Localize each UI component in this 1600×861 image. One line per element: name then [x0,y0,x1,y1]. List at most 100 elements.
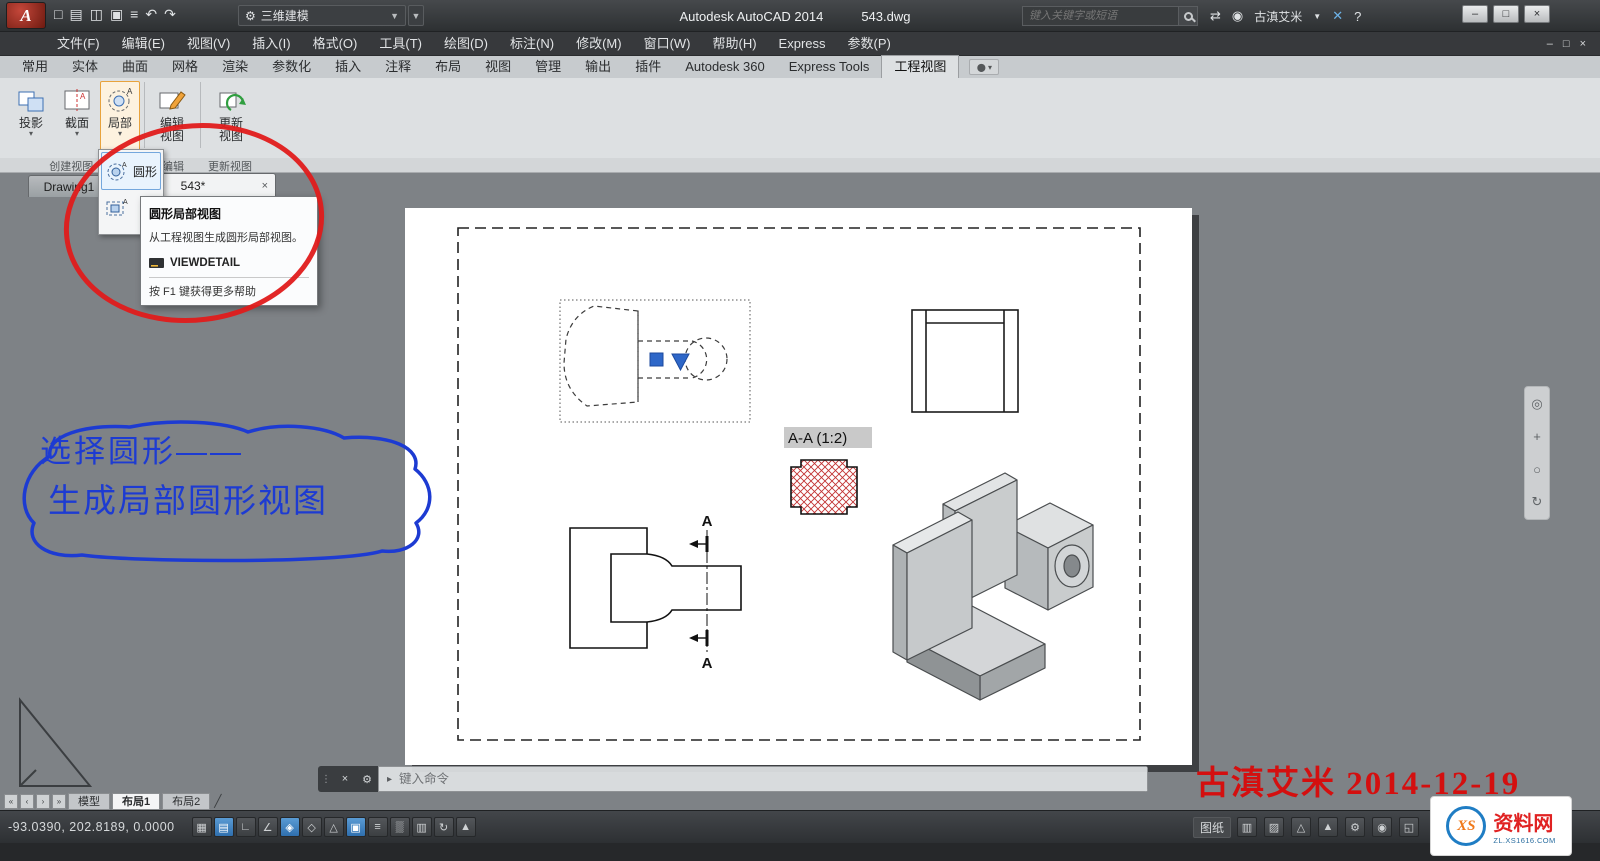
tab-parametric[interactable]: 参数化 [260,56,323,78]
search-input[interactable] [1022,6,1178,26]
save-as-icon[interactable]: ▣ [110,6,123,23]
clean-screen-icon[interactable]: ◱ [1399,817,1419,837]
tab-surface[interactable]: 曲面 [110,56,160,78]
user-menu-chevron-icon[interactable]: ▼ [1313,12,1321,21]
edit-view-button[interactable]: 编辑视图 [149,81,195,151]
toggle-dynamic-ucs[interactable]: △ [324,817,344,837]
tab-plugins[interactable]: 插件 [623,56,673,78]
tab-layout2[interactable]: 布局2 [162,793,210,810]
menu-modify[interactable]: 修改(M) [565,32,633,56]
menu-file[interactable]: 文件(F) [46,32,111,56]
exchange-icon[interactable]: ⇄ [1210,8,1221,24]
toggle-osnap-3d[interactable]: ◇ [302,817,322,837]
toggle-selection-cycling[interactable]: ↻ [434,817,454,837]
tab-home[interactable]: 常用 [10,56,60,78]
workspace-switch-icon[interactable]: ⚙ [1345,817,1365,837]
tab-insert[interactable]: 插入 [323,56,373,78]
toggle-polar[interactable]: ∠ [258,817,278,837]
exchange-apps-icon[interactable]: ✕ [1332,8,1343,24]
tab-mesh[interactable]: 网格 [160,56,210,78]
tab-autodesk360[interactable]: Autodesk 360 [673,56,777,78]
toggle-ortho[interactable]: ∟ [236,817,256,837]
section-view-button[interactable]: A 截面 ▾ [56,81,98,151]
tab-model[interactable]: 模型 [68,793,110,810]
first-layout-button[interactable]: « [4,794,18,809]
menu-help[interactable]: 帮助(H) [702,32,768,56]
menu-draw[interactable]: 绘图(D) [433,32,499,56]
projection-view-button[interactable]: 投影 ▾ [8,81,54,151]
toggle-transparency[interactable]: ▒ [390,817,410,837]
quick-view-drawings-icon[interactable]: ▨ [1264,817,1284,837]
menu-window[interactable]: 窗口(W) [633,32,702,56]
orbit-icon[interactable]: ↻ [1532,494,1543,510]
command-bar-close-button[interactable]: × [334,766,356,792]
command-bar-customize-icon[interactable]: ⚙ [356,766,378,792]
detail-view-button[interactable]: A 局部 ▾ [100,81,140,151]
next-layout-button[interactable]: › [36,794,50,809]
tab-manage[interactable]: 管理 [523,56,573,78]
menu-view[interactable]: 视图(V) [176,32,241,56]
menu-tools[interactable]: 工具(T) [368,32,433,56]
tab-solid[interactable]: 实体 [60,56,110,78]
annotation-visibility-icon[interactable]: ▲ [1318,817,1338,837]
doc-close-button[interactable]: × [1580,38,1586,50]
steering-wheel-icon[interactable]: ◎ [1531,396,1542,412]
toggle-lineweight[interactable]: ≡ [368,817,388,837]
section-view-label[interactable]: A-A (1:2) [784,427,872,448]
search-button[interactable] [1178,6,1198,26]
menu-parametric[interactable]: 参数(P) [837,32,902,56]
menu-insert[interactable]: 插入(I) [241,32,301,56]
toggle-osnap[interactable]: ◈ [280,817,300,837]
minimize-button[interactable]: – [1462,5,1488,23]
toggle-quick-properties[interactable]: ▥ [412,817,432,837]
menu-edit[interactable]: 编辑(E) [111,32,176,56]
tab-annotate[interactable]: 注释 [373,56,423,78]
tab-render[interactable]: 渲染 [210,56,260,78]
menu-express[interactable]: Express [768,32,837,56]
tab-drawing-views[interactable]: 工程视图 [881,55,959,78]
toggle-annotation-monitor[interactable]: ▲ [456,817,476,837]
ribbon-minimize-button[interactable]: ⬤ ▾ [969,59,999,75]
update-view-button[interactable]: 更新视图 [206,81,256,151]
quick-view-layouts-icon[interactable]: ▥ [1237,817,1257,837]
paper-model-toggle[interactable]: 图纸 [1193,817,1231,838]
doc-minimize-button[interactable]: – [1547,38,1553,50]
toggle-dynamic-input[interactable]: ▣ [346,817,366,837]
section-detail-view[interactable] [791,460,857,514]
maximize-button[interactable]: □ [1493,5,1519,23]
doc-restore-button[interactable]: □ [1563,38,1570,50]
command-input[interactable] [399,772,1139,786]
signed-in-user[interactable]: 古滇艾米 [1254,8,1302,25]
grip-square[interactable] [650,353,663,366]
previous-layout-button[interactable]: ‹ [20,794,34,809]
command-bar-grip[interactable]: ⋮ [318,766,334,792]
file-tab-close-icon[interactable]: × [262,180,268,192]
tab-output[interactable]: 输出 [573,56,623,78]
redo-icon[interactable]: ↷ [164,6,176,23]
dropdown-item-circular[interactable]: A 圆形 [101,152,161,190]
toggle-grid[interactable]: ▤ [214,817,234,837]
workspace-selector[interactable]: ⚙ 三维建模 ▼ [238,5,406,26]
toolbar-lock-icon[interactable]: ◉ [1372,817,1392,837]
menu-format[interactable]: 格式(O) [302,32,369,56]
tab-layout1[interactable]: 布局1 [112,793,160,810]
annotation-scale-icon[interactable]: △ [1291,817,1311,837]
application-menu-button[interactable]: A [6,2,46,29]
tab-express-tools[interactable]: Express Tools [777,56,882,78]
open-file-icon[interactable]: ▤ [69,6,82,23]
close-button[interactable]: × [1524,5,1550,23]
tab-layout[interactable]: 布局 [423,56,473,78]
last-layout-button[interactable]: » [52,794,66,809]
pan-icon[interactable]: + [1533,429,1541,444]
new-file-icon[interactable]: □ [54,6,62,23]
toggle-snap[interactable]: ▦ [192,817,212,837]
help-icon[interactable]: ? [1354,9,1361,24]
zoom-icon[interactable]: ○ [1533,462,1541,477]
tab-view[interactable]: 视图 [473,56,523,78]
plot-icon[interactable]: ≡ [130,6,138,23]
panel-update-view[interactable]: 更新视图 [202,158,258,173]
undo-icon[interactable]: ↶ [145,6,157,23]
dropdown-item-rectangular[interactable]: A [104,196,130,222]
save-icon[interactable]: ◫ [90,6,103,23]
menu-dimension[interactable]: 标注(N) [499,32,565,56]
